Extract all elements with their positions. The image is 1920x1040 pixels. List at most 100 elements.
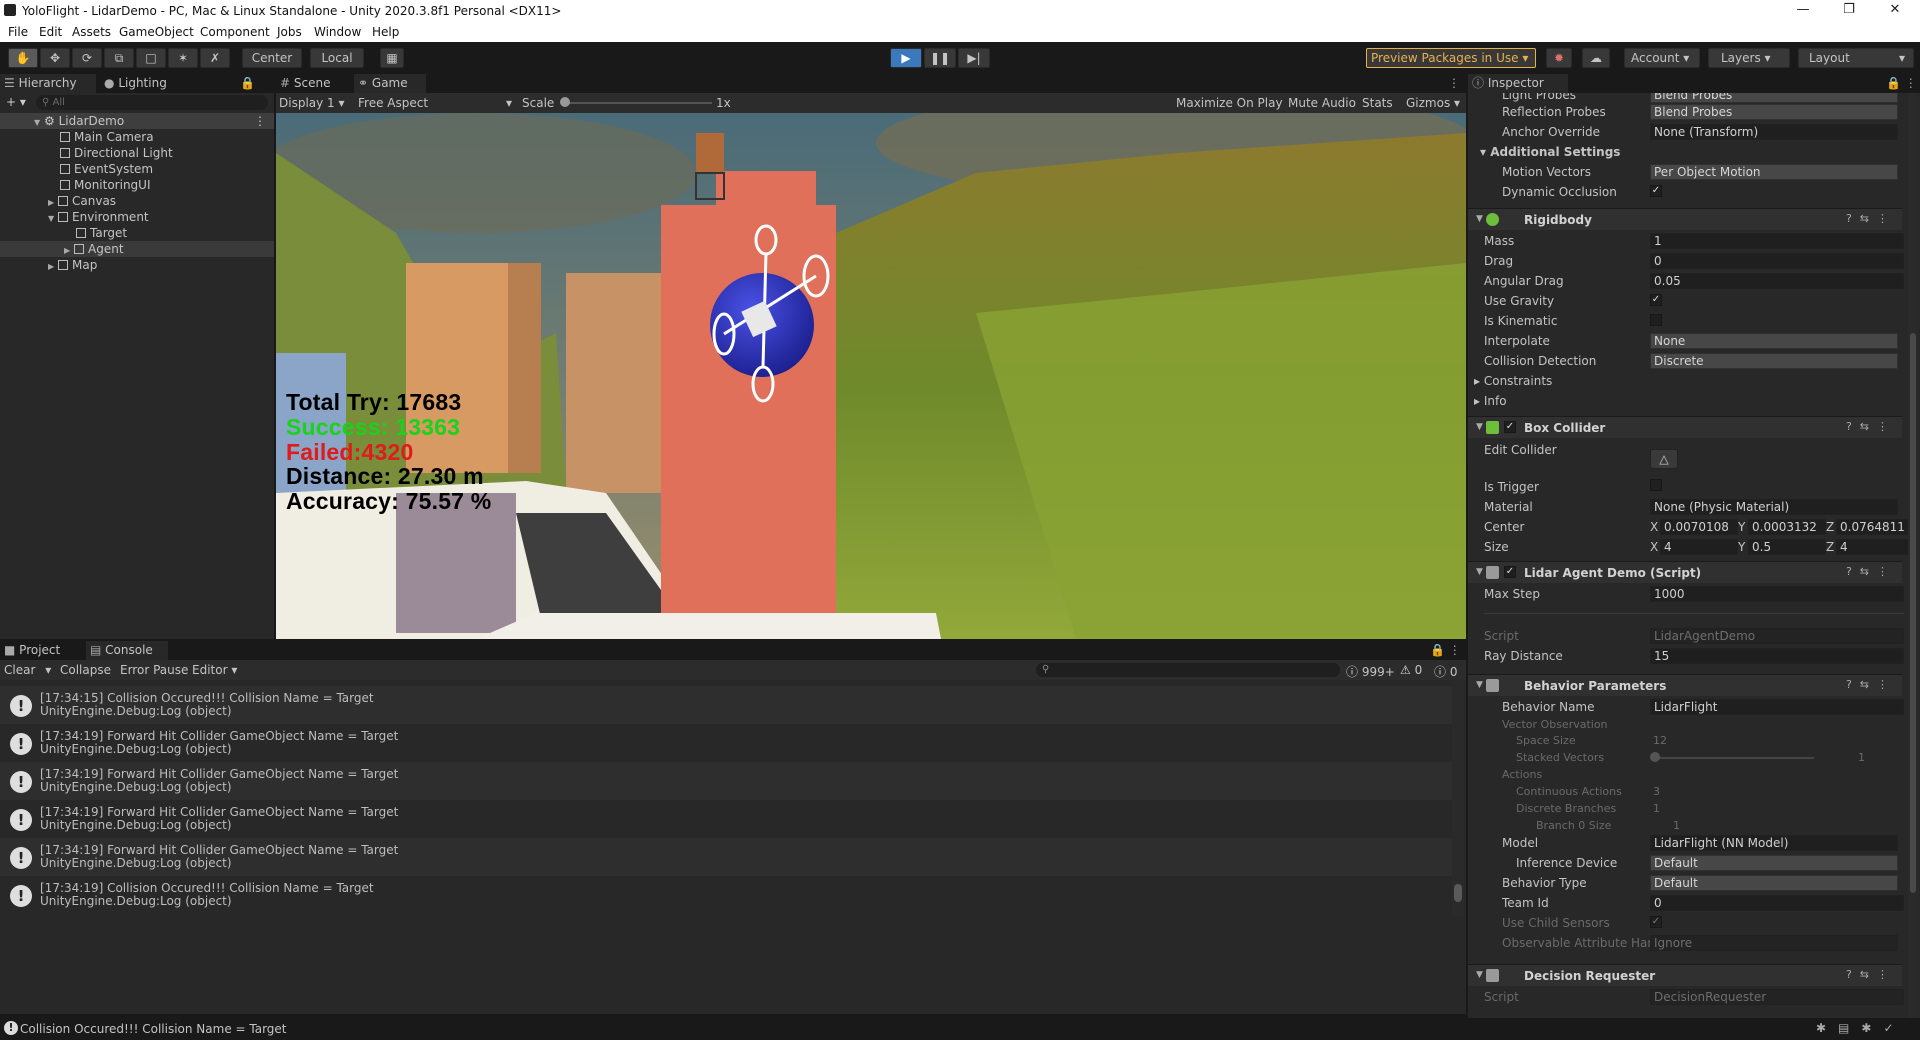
menu-help[interactable]: Help bbox=[372, 25, 399, 39]
dynamic-occlusion-checkbox[interactable]: ✓ bbox=[1650, 185, 1662, 197]
menu-component[interactable]: Component bbox=[200, 25, 270, 39]
max-step-field[interactable]: 1000 bbox=[1650, 586, 1904, 602]
tab-inspector[interactable]: ⓘ Inspector bbox=[1468, 74, 1568, 93]
pivot-center-button[interactable]: Center bbox=[242, 48, 302, 68]
error-count-toggle[interactable]: ⓘ 0 bbox=[1434, 663, 1457, 680]
scale-slider-handle[interactable] bbox=[560, 97, 570, 107]
tab-game[interactable]: ⚭ Game bbox=[354, 74, 426, 93]
component-menu-icon[interactable]: ?⇆⋮ bbox=[1846, 968, 1896, 981]
component-menu-icon[interactable]: ?⇆⋮ bbox=[1846, 212, 1896, 225]
console-scrollbar[interactable] bbox=[1452, 680, 1464, 916]
preview-packages-button[interactable]: Preview Packages in Use ▾ bbox=[1366, 48, 1536, 68]
behavior-name-field[interactable]: LidarFlight bbox=[1650, 699, 1904, 715]
minimize-icon[interactable]: — bbox=[1788, 2, 1818, 17]
hierarchy-search-input[interactable]: ⚲ All bbox=[36, 95, 268, 110]
log-entry[interactable]: ! [17:34:15] Collision Occured!!! Collisi… bbox=[0, 686, 1452, 724]
inspector-menu-icon[interactable]: 🔒 ⋮ bbox=[1882, 74, 1918, 93]
console-menu-icon[interactable]: 🔒 ⋮ bbox=[1426, 641, 1462, 660]
rotate-tool-icon[interactable]: ⟳ bbox=[72, 48, 102, 68]
layers-dropdown[interactable]: Layers ▾ bbox=[1708, 48, 1790, 68]
collapse-toggle[interactable]: Collapse bbox=[60, 663, 111, 677]
log-entry[interactable]: ! [17:34:19] Forward Hit Collider GameObj… bbox=[0, 838, 1452, 876]
center-z-field[interactable]: 0.0764811 bbox=[1836, 519, 1912, 535]
menu-gameobject[interactable]: GameObject bbox=[119, 25, 194, 39]
size-z-field[interactable]: 4 bbox=[1836, 539, 1912, 555]
hierarchy-item-directional-light[interactable]: Directional Light bbox=[0, 145, 274, 161]
close-icon[interactable]: ✕ bbox=[1880, 2, 1910, 17]
status-message[interactable]: Collision Occured!!! Collision Name = Ta… bbox=[20, 1022, 287, 1036]
aspect-dropdown[interactable]: Free Aspect ▾ bbox=[358, 96, 518, 110]
hierarchy-item-monitoringui[interactable]: MonitoringUI bbox=[0, 177, 274, 193]
edit-collider-button[interactable]: △ bbox=[1650, 449, 1678, 469]
center-x-field[interactable]: 0.0070108 bbox=[1660, 519, 1738, 535]
pause-button[interactable]: ❚❚ bbox=[924, 48, 956, 68]
log-entry[interactable]: ! [17:34:19] Forward Hit Collider GameObj… bbox=[0, 724, 1452, 762]
log-entry[interactable]: ! [17:34:19] Forward Hit Collider GameObj… bbox=[0, 800, 1452, 838]
behavior-parameters-header[interactable]: ▼ Behavior Parameters ?⇆⋮ bbox=[1468, 674, 1902, 696]
drag-field[interactable]: 0 bbox=[1650, 253, 1904, 269]
info-foldout[interactable]: ▸ Info bbox=[1474, 394, 1507, 408]
collision-detection-dropdown[interactable]: Discrete bbox=[1650, 353, 1898, 369]
mute-audio-toggle[interactable]: Mute Audio bbox=[1288, 96, 1356, 110]
gizmos-toggle[interactable]: Gizmos ▾ bbox=[1406, 96, 1460, 110]
play-button[interactable]: ▶ bbox=[890, 48, 922, 68]
size-x-field[interactable]: 4 bbox=[1660, 539, 1738, 555]
additional-settings-foldout[interactable]: ▾ Additional Settings bbox=[1480, 145, 1620, 159]
panel-menu-icon[interactable]: 🔒⋮ bbox=[236, 74, 266, 109]
mass-field[interactable]: 1 bbox=[1650, 233, 1904, 249]
hand-tool-icon[interactable]: ✋ bbox=[8, 48, 38, 68]
menu-assets[interactable]: Assets bbox=[72, 25, 111, 39]
lidar-agent-enabled-checkbox[interactable]: ✓ bbox=[1504, 566, 1516, 578]
log-entry[interactable]: ! [17:34:19] Forward Hit Collider GameObj… bbox=[0, 762, 1452, 800]
maximize-icon[interactable]: ❐ bbox=[1834, 2, 1864, 17]
interpolate-dropdown[interactable]: None bbox=[1650, 333, 1898, 349]
step-button[interactable]: ▶| bbox=[958, 48, 990, 68]
scale-slider[interactable] bbox=[562, 102, 712, 104]
menu-jobs[interactable]: Jobs bbox=[277, 25, 302, 39]
move-tool-icon[interactable]: ✥ bbox=[40, 48, 70, 68]
material-field[interactable]: None (Physic Material) bbox=[1650, 499, 1898, 515]
inference-device-dropdown[interactable]: Default bbox=[1650, 855, 1898, 871]
transform-tool-icon[interactable]: ✶ bbox=[168, 48, 198, 68]
stats-toggle[interactable]: Stats bbox=[1362, 96, 1393, 110]
account-dropdown[interactable]: Account ▾ bbox=[1624, 48, 1700, 68]
grid-snap-icon[interactable]: ▦ bbox=[380, 48, 404, 68]
menu-edit[interactable]: Edit bbox=[39, 25, 62, 39]
menu-file[interactable]: File bbox=[8, 25, 28, 39]
use-gravity-checkbox[interactable]: ✓ bbox=[1650, 294, 1662, 306]
model-field[interactable]: LidarFlight (NN Model) bbox=[1650, 835, 1898, 851]
component-menu-icon[interactable]: ?⇆⋮ bbox=[1846, 565, 1896, 578]
info-count-toggle[interactable]: ⓘ 999+ bbox=[1346, 663, 1395, 680]
menu-window[interactable]: Window bbox=[314, 25, 361, 39]
error-pause-toggle[interactable]: Error Pause bbox=[120, 663, 188, 677]
team-id-field[interactable]: 0 bbox=[1650, 895, 1904, 911]
custom-tool-icon[interactable]: ✗ bbox=[200, 48, 230, 68]
status-icons[interactable]: ✱▤✱✓ bbox=[1816, 1021, 1906, 1035]
editor-dropdown[interactable]: Editor ▾ bbox=[192, 663, 237, 677]
anchor-override-field[interactable]: None (Transform) bbox=[1650, 124, 1898, 140]
box-collider-header[interactable]: ▼ ✓ Box Collider ?⇆⋮ bbox=[1468, 416, 1902, 438]
light-probes-dropdown[interactable]: Blend Probes bbox=[1650, 93, 1898, 103]
ray-distance-field[interactable]: 15 bbox=[1650, 648, 1904, 664]
maximize-on-play-toggle[interactable]: Maximize On Play bbox=[1176, 96, 1283, 110]
motion-vectors-dropdown[interactable]: Per Object Motion bbox=[1650, 164, 1898, 180]
rect-tool-icon[interactable]: □ bbox=[136, 48, 166, 68]
hierarchy-item-main-camera[interactable]: Main Camera bbox=[0, 129, 274, 145]
tab-project[interactable]: ■ Project bbox=[0, 641, 82, 660]
layout-dropdown[interactable]: Layout ▾ bbox=[1798, 48, 1914, 68]
inspector-scrollbar-thumb[interactable] bbox=[1910, 333, 1916, 893]
collab-icon[interactable]: ✹ bbox=[1546, 48, 1572, 68]
is-trigger-checkbox[interactable] bbox=[1650, 479, 1662, 491]
hierarchy-item-eventsystem[interactable]: EventSystem bbox=[0, 161, 274, 177]
tab-scene[interactable]: # Scene bbox=[276, 74, 350, 93]
scene-row[interactable]: ▼ ⚙ LidarDemo ⋮ bbox=[0, 113, 274, 129]
hierarchy-item-agent[interactable]: ▶ Agent bbox=[0, 241, 274, 257]
rigidbody-header[interactable]: ▼ Rigidbody ?⇆⋮ bbox=[1468, 208, 1902, 230]
box-collider-enabled-checkbox[interactable]: ✓ bbox=[1504, 421, 1516, 433]
pivot-local-button[interactable]: Local bbox=[310, 48, 364, 68]
scale-tool-icon[interactable]: ⧉ bbox=[104, 48, 134, 68]
clear-button[interactable]: Clear ▾ bbox=[4, 663, 51, 677]
is-kinematic-checkbox[interactable] bbox=[1650, 314, 1662, 326]
lidar-agent-header[interactable]: ▼ ✓ Lidar Agent Demo (Script) ?⇆⋮ bbox=[1468, 561, 1902, 583]
tab-hierarchy[interactable]: ☰ Hierarchy bbox=[0, 74, 96, 93]
